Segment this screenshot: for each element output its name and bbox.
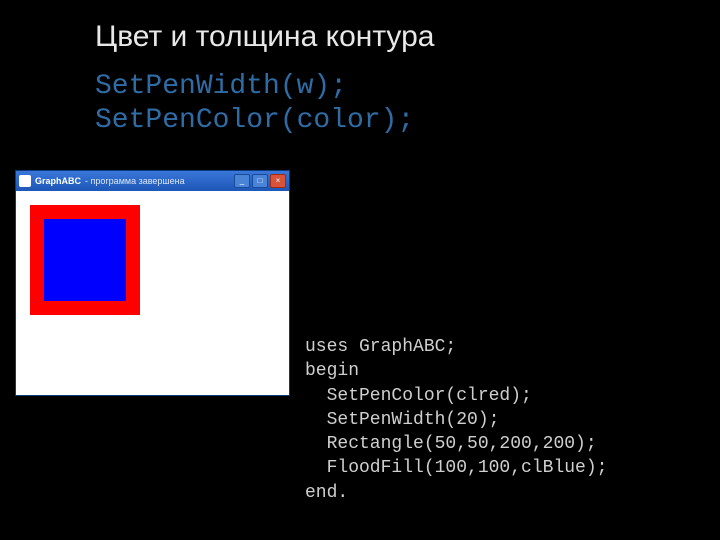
api-line-2: SetPenColor(color); [95,104,414,138]
app-icon [19,175,31,187]
close-button[interactable]: × [270,174,286,188]
code-line: uses GraphABC; [305,337,456,357]
code-line: end. [305,483,348,503]
api-signatures: SetPenWidth(w); SetPenColor(color); [95,70,414,137]
sample-window: GraphABC - программа завершена _ □ × [15,170,290,396]
canvas-area [16,191,289,395]
code-line: SetPenWidth(20); [305,410,499,430]
minimize-button[interactable]: _ [234,174,250,188]
maximize-button[interactable]: □ [252,174,268,188]
slide-title: Цвет и толщина контура [95,20,434,54]
rectangle-fill [44,219,126,301]
app-name: GraphABC [35,176,81,186]
code-line: Rectangle(50,50,200,200); [305,434,597,454]
rectangle-outline [30,205,140,315]
code-block: uses GraphABC; begin SetPenColor(clred);… [305,335,607,505]
api-line-1: SetPenWidth(w); [95,70,414,104]
titlebar: GraphABC - программа завершена _ □ × [16,171,289,191]
code-line: begin [305,361,359,381]
code-line: SetPenColor(clred); [305,386,532,406]
window-status: - программа завершена [85,176,185,186]
window-buttons: _ □ × [234,174,286,188]
code-line: FloodFill(100,100,clBlue); [305,458,607,478]
